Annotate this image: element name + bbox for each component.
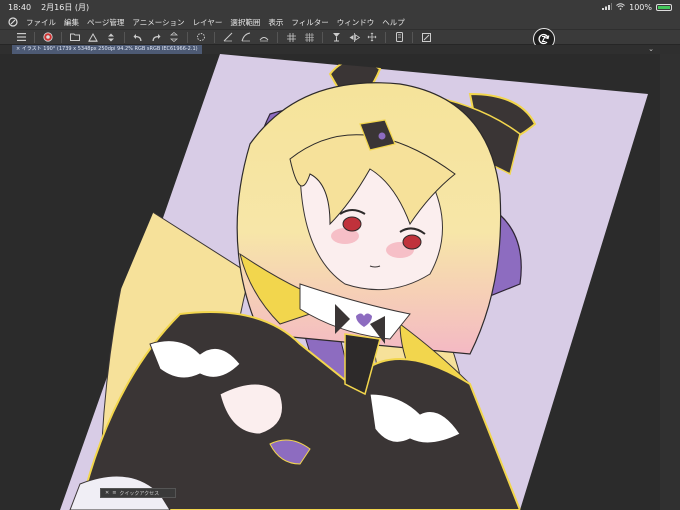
chevron-down-icon[interactable]: ⌄ bbox=[648, 45, 654, 54]
menu-item-window[interactable]: ウィンドウ bbox=[337, 17, 375, 28]
transform-icon[interactable] bbox=[167, 31, 181, 43]
toolbar-divider bbox=[34, 31, 35, 43]
wifi-icon bbox=[616, 3, 625, 12]
menu-item-filter[interactable]: フィルター bbox=[291, 17, 328, 28]
toolbar-divider bbox=[412, 31, 413, 43]
menu-item-animation[interactable]: アニメーション bbox=[132, 17, 184, 28]
menu-item-view[interactable]: 表示 bbox=[268, 17, 283, 28]
status-bar: 18:40 2月16日 (月) 100% bbox=[0, 0, 680, 15]
menu-icon[interactable]: ≡ bbox=[112, 490, 116, 496]
document-tab[interactable]: × イラスト 190° (1739 x 5348px 250dpi 94.2% … bbox=[12, 45, 202, 54]
document-tab-label: イラスト 190° (1739 x 5348px 250dpi 94.2% RG… bbox=[21, 46, 198, 52]
fit-icon[interactable] bbox=[419, 31, 433, 43]
menu-item-selection[interactable]: 選択範囲 bbox=[230, 17, 260, 28]
menu-bar: ファイル 編集 ページ管理 アニメーション レイヤー 選択範囲 表示 フィルター… bbox=[0, 15, 680, 29]
rotate-icon[interactable] bbox=[365, 31, 379, 43]
right-scrollbar[interactable] bbox=[660, 54, 680, 510]
smooth-line-icon[interactable] bbox=[239, 31, 253, 43]
toolbar-divider bbox=[385, 31, 386, 43]
close-icon[interactable]: ✕ bbox=[105, 490, 109, 496]
quick-access-panel[interactable]: ✕ ≡ クイックアクセス bbox=[100, 488, 176, 498]
ruler-icon[interactable] bbox=[302, 31, 316, 43]
toolbar-divider bbox=[214, 31, 215, 43]
snap-icon[interactable] bbox=[329, 31, 343, 43]
loading-icon[interactable] bbox=[194, 31, 208, 43]
menu-icon[interactable] bbox=[14, 31, 28, 43]
toolbar-divider bbox=[277, 31, 278, 43]
toolbar-divider bbox=[187, 31, 188, 43]
quick-access-label: クイックアクセス bbox=[119, 490, 160, 497]
smartphone-icon[interactable] bbox=[392, 31, 406, 43]
signal-icon bbox=[602, 3, 613, 12]
canvas-area[interactable] bbox=[0, 54, 680, 510]
battery-icon bbox=[656, 4, 672, 11]
toolbar-divider bbox=[322, 31, 323, 43]
toolbar-divider bbox=[124, 31, 125, 43]
app-logo-icon[interactable] bbox=[8, 17, 18, 27]
redo-icon[interactable] bbox=[149, 31, 163, 43]
menu-item-file[interactable]: ファイル bbox=[26, 17, 56, 28]
status-right: 100% bbox=[602, 3, 672, 12]
correct-line-icon[interactable] bbox=[221, 31, 235, 43]
menu-item-page[interactable]: ページ管理 bbox=[87, 17, 124, 28]
refresh-icon bbox=[538, 33, 550, 45]
border-icon[interactable] bbox=[257, 31, 271, 43]
menu-item-layer[interactable]: レイヤー bbox=[193, 17, 223, 28]
menu-item-edit[interactable]: 編集 bbox=[64, 17, 79, 28]
save-icon[interactable] bbox=[86, 31, 100, 43]
toolbar-divider bbox=[61, 31, 62, 43]
undo-icon[interactable] bbox=[131, 31, 145, 43]
clip-studio-icon[interactable] bbox=[41, 31, 55, 43]
battery-fill bbox=[658, 6, 670, 9]
menu-item-help[interactable]: ヘルプ bbox=[382, 17, 405, 28]
flip-horizontal-icon[interactable] bbox=[347, 31, 361, 43]
open-folder-icon[interactable] bbox=[68, 31, 82, 43]
grid-icon[interactable] bbox=[284, 31, 298, 43]
battery-percent: 100% bbox=[629, 3, 652, 12]
document-tab-bar: × イラスト 190° (1739 x 5348px 250dpi 94.2% … bbox=[0, 45, 680, 54]
status-date: 2月16日 (月) bbox=[41, 3, 90, 12]
export-icon[interactable] bbox=[104, 31, 118, 43]
canvas-artwork bbox=[60, 54, 648, 510]
status-time: 18:40 bbox=[8, 3, 32, 12]
command-bar bbox=[0, 29, 680, 45]
